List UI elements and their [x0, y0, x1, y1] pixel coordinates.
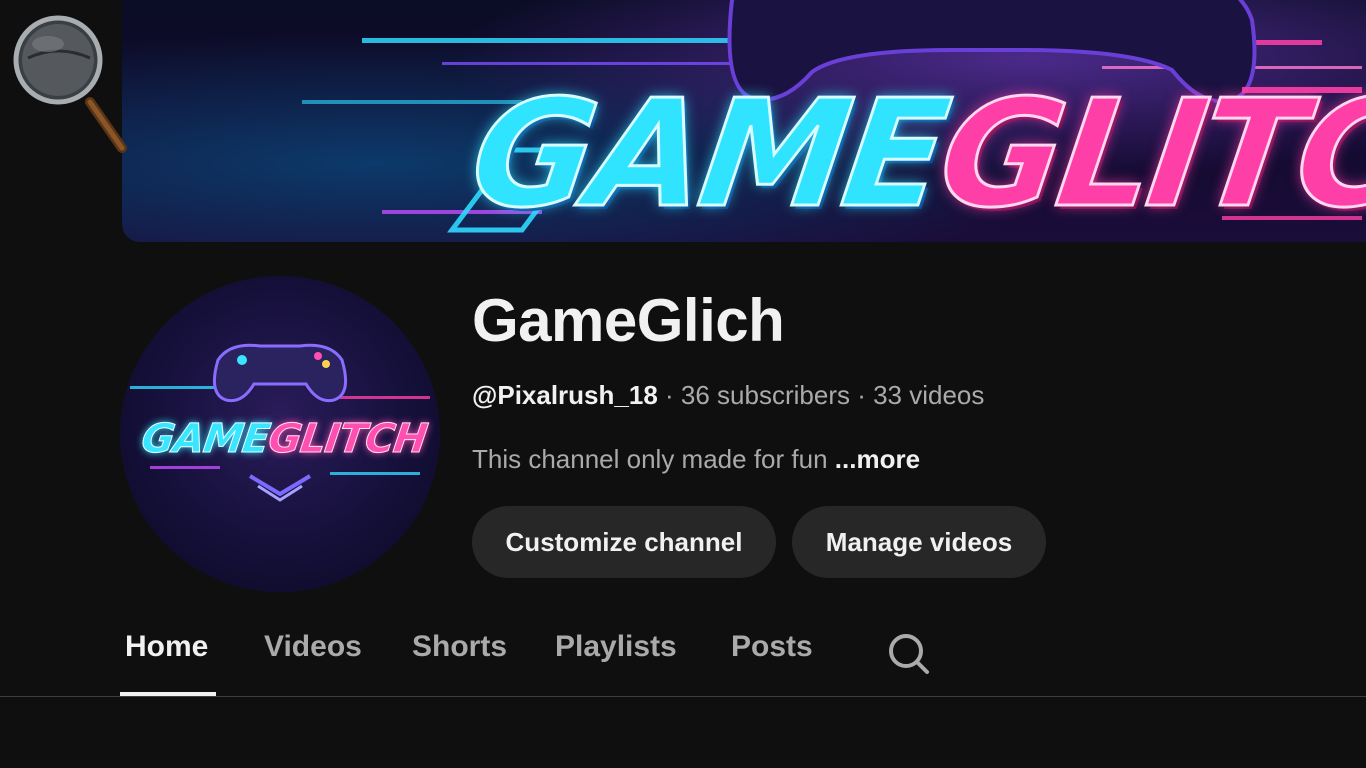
tab-shorts[interactable]: Shorts — [412, 630, 507, 664]
channel-handle[interactable]: @Pixalrush_18 — [472, 380, 658, 410]
channel-title: GameGlich — [472, 287, 785, 354]
banner-text-glitch: GLITC — [929, 67, 1366, 242]
tab-posts[interactable]: Posts — [731, 630, 813, 664]
tab-playlists[interactable]: Playlists — [555, 630, 677, 664]
search-icon[interactable] — [884, 630, 932, 678]
subscriber-count: 36 subscribers — [680, 380, 850, 410]
meta-separator: · — [657, 380, 681, 410]
description-text: This channel only made for fun — [472, 444, 828, 474]
avatar-text-game: GAME — [138, 416, 273, 463]
channel-meta: @Pixalrush_18 · 36 subscribers · 33 vide… — [472, 380, 984, 411]
more-link[interactable]: ...more — [835, 444, 920, 474]
avatar-text-glitch: GLITCH — [265, 416, 430, 463]
channel-page: GAMEGLITC GAMEGLITCH GameGlich @Pixalrus… — [0, 0, 1366, 768]
channel-description: This channel only made for fun ...more — [472, 444, 920, 475]
banner-text-game: GAME — [460, 67, 956, 242]
banner-logo-text: GAMEGLITC — [460, 67, 1366, 242]
tab-home[interactable]: Home — [125, 630, 208, 664]
active-tab-indicator — [120, 692, 216, 696]
avatar-logo-text: GAMEGLITCH — [138, 416, 440, 463]
customize-channel-button[interactable]: Customize channel — [472, 506, 776, 578]
manage-videos-button[interactable]: Manage videos — [792, 506, 1046, 578]
channel-banner: GAMEGLITC — [122, 0, 1366, 242]
video-count: 33 videos — [873, 380, 985, 410]
tab-videos[interactable]: Videos — [264, 630, 362, 664]
magnifier-icon — [10, 14, 134, 160]
channel-avatar[interactable]: GAMEGLITCH — [120, 276, 440, 592]
channel-tabs: Home Videos Shorts Playlists Posts — [0, 604, 1366, 697]
meta-separator: · — [849, 380, 874, 410]
